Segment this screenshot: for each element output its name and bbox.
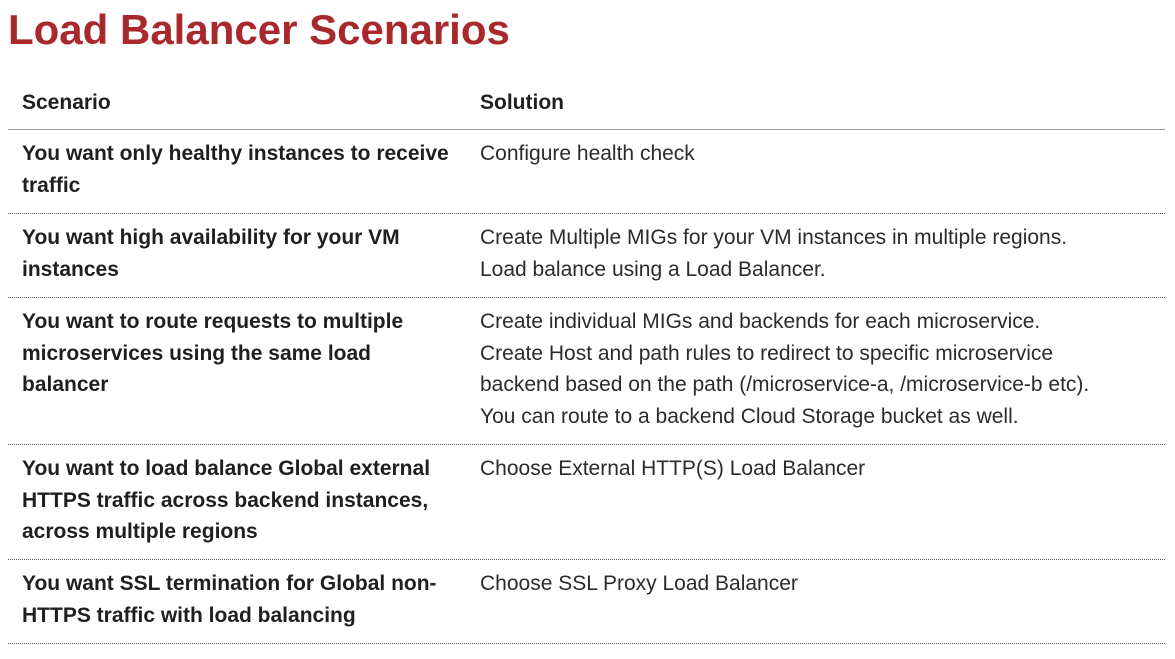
solution-cell: Choose SSL Proxy Load Balancer xyxy=(466,560,1165,643)
solution-line: Create Multiple MIGs for your VM instanc… xyxy=(480,226,1068,249)
table-row: You want to route requests to multiple m… xyxy=(8,298,1165,445)
solution-line: Choose SSL Proxy Load Balancer xyxy=(480,572,798,595)
column-header-solution: Solution xyxy=(480,91,564,114)
solution-line: You can route to a backend Cloud Storage… xyxy=(480,404,1019,428)
page-title: Load Balancer Scenarios xyxy=(8,6,510,53)
table-row: You want to load balance Global external… xyxy=(8,445,1165,560)
table-row: You want only healthy instances to recei… xyxy=(8,130,1165,214)
table-row: You want SSL termination for Global non-… xyxy=(8,560,1165,644)
solution-line: Load balance using a Load Balancer. xyxy=(480,257,826,281)
scenario-cell: You want to route requests to multiple m… xyxy=(22,310,404,396)
scenario-cell: You want only healthy instances to recei… xyxy=(22,142,449,197)
scenario-cell: You want high availability for your VM i… xyxy=(22,226,400,281)
solution-line: Choose External HTTP(S) Load Balancer xyxy=(480,457,866,480)
table-row: You want high availability for your VM i… xyxy=(8,214,1165,298)
column-header-scenario: Scenario xyxy=(22,91,111,114)
solution-cell: Choose External HTTP(S) Load Balancer xyxy=(466,445,1165,559)
scenario-cell: You want SSL termination for Global non-… xyxy=(22,572,437,627)
solution-line: Configure health check xyxy=(480,142,695,165)
solution-line: Create Host and path rules to redirect t… xyxy=(480,341,1054,365)
scenario-table: Scenario Solution You want only healthy … xyxy=(8,82,1165,644)
solution-cell: Create individual MIGs and backends for … xyxy=(466,298,1165,444)
solution-line: Create individual MIGs and backends for … xyxy=(480,310,1041,333)
table-header-row: Scenario Solution xyxy=(8,82,1165,130)
solution-cell: Configure health check xyxy=(466,130,1165,213)
solution-line: backend based on the path (/microservice… xyxy=(480,373,1090,396)
scenario-cell: You want to load balance Global external… xyxy=(22,457,431,543)
solution-cell: Create Multiple MIGs for your VM instanc… xyxy=(466,214,1165,297)
